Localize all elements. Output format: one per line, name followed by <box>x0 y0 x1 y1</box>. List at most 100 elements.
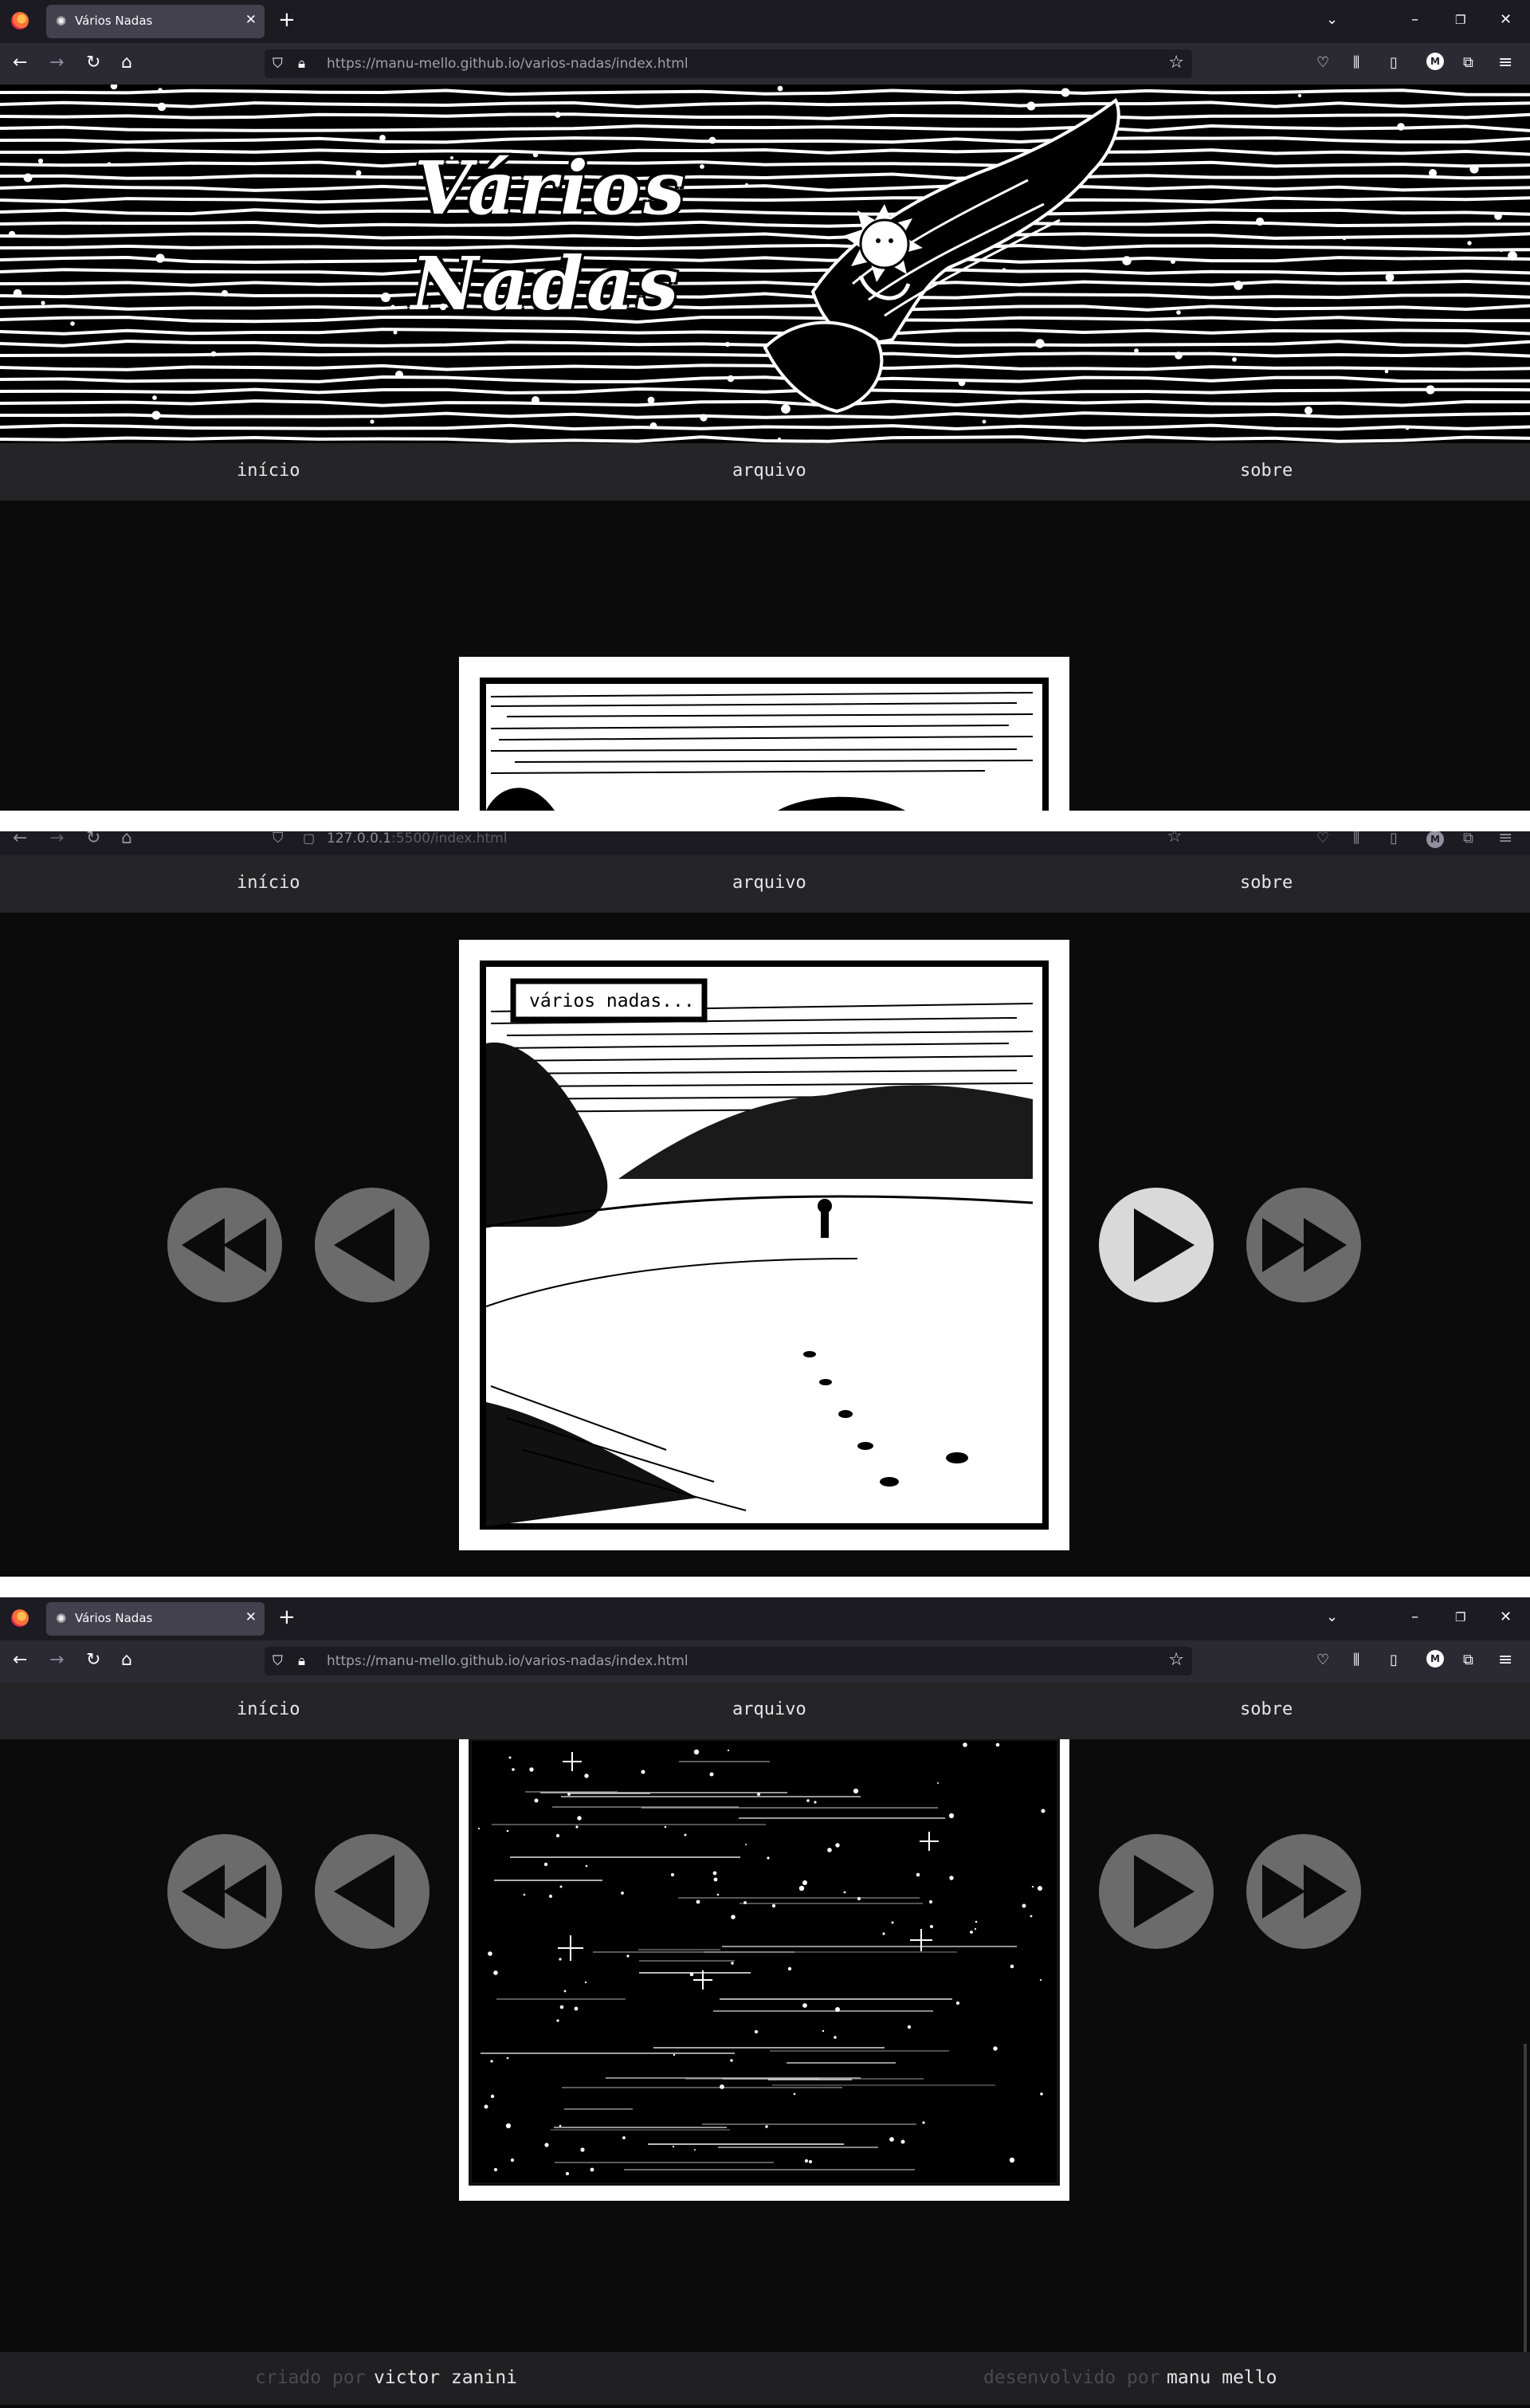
forward-icon[interactable]: → <box>49 831 64 849</box>
extensions-icon[interactable]: ⧉ <box>1463 1650 1473 1671</box>
previous-icon <box>334 1855 394 1928</box>
bookmark-star-icon[interactable]: ☆ <box>1168 53 1184 73</box>
nav-link-archive[interactable]: arquivo <box>732 873 806 893</box>
shield-icon[interactable]: ⛉ <box>273 54 283 73</box>
lock-icon[interactable]: 🔒︎ <box>298 1652 305 1671</box>
account-avatar[interactable]: M <box>1426 1650 1444 1668</box>
back-icon[interactable]: ← <box>13 1650 27 1671</box>
back-icon[interactable]: ← <box>13 831 27 849</box>
scrollbar-thumb[interactable] <box>1524 2044 1527 2355</box>
menu-icon[interactable]: ≡ <box>1498 53 1512 73</box>
extensions-icon[interactable]: ⧉ <box>1463 831 1473 849</box>
tab-bar: ✺ Vários Nadas ✕ + ⌄ – ❐ ✕ <box>0 1597 1530 1640</box>
home-icon[interactable]: ⌂ <box>121 1650 132 1671</box>
navigation-toolbar: ← → ↻ ⌂ ⛉ 🔒︎ https://manu-mello.github.i… <box>0 43 1530 84</box>
close-tab-icon[interactable]: ✕ <box>245 12 257 28</box>
pocket-icon[interactable]: ♡ <box>1316 1650 1329 1671</box>
rewind-icon <box>182 1218 266 1272</box>
previous-page-button[interactable] <box>315 1188 430 1302</box>
sidebar-icon[interactable]: ▯ <box>1390 53 1398 73</box>
browser-tab[interactable]: ✺ Vários Nadas ✕ <box>46 1602 265 1636</box>
shield-icon[interactable]: ⛉ <box>273 1652 283 1671</box>
menu-icon[interactable]: ≡ <box>1498 1650 1512 1671</box>
nav-link-about[interactable]: sobre <box>1240 873 1293 893</box>
nav-link-home[interactable]: início <box>237 1699 300 1719</box>
window-close-icon[interactable]: ✕ <box>1500 1607 1512 1628</box>
tab-title: Vários Nadas <box>75 1611 153 1625</box>
account-avatar[interactable]: M <box>1426 831 1444 848</box>
fast-forward-icon <box>1262 1218 1347 1272</box>
banner-title-line1: Vários <box>414 145 688 231</box>
sidebar-icon[interactable]: ▯ <box>1390 831 1398 849</box>
library-icon[interactable]: ⫼ <box>1353 53 1359 73</box>
home-icon[interactable]: ⌂ <box>121 53 132 73</box>
tab-list-chevron-icon[interactable]: ⌄ <box>1326 1607 1338 1628</box>
new-tab-icon[interactable]: + <box>278 8 296 32</box>
nav-link-archive[interactable]: arquivo <box>732 461 806 481</box>
next-page-button[interactable] <box>1099 1188 1214 1302</box>
comic-image-partial <box>480 678 1049 811</box>
url-text: 127.0.0.1:5500/index.html <box>327 831 508 847</box>
menu-icon[interactable]: ≡ <box>1498 831 1512 849</box>
nav-link-about[interactable]: sobre <box>1240 1699 1293 1719</box>
screenshot-top: ✺ Vários Nadas ✕ + ⌄ – ❐ ✕ ← → ↻ ⌂ ⛉ 🔒︎ … <box>0 0 1530 811</box>
close-tab-icon[interactable]: ✕ <box>245 1609 257 1625</box>
tab-list-chevron-icon[interactable]: ⌄ <box>1326 10 1338 30</box>
comic-caption: vários nadas... <box>529 991 695 1012</box>
last-page-button[interactable] <box>1246 1834 1361 1949</box>
screenshot-bottom: ✺ Vários Nadas ✕ + ⌄ – ❐ ✕ ← → ↻ ⌂ ⛉ 🔒︎ … <box>0 1597 1530 2408</box>
reload-icon[interactable]: ↻ <box>86 831 100 849</box>
forward-icon[interactable]: → <box>49 53 64 73</box>
first-page-button[interactable] <box>167 1834 282 1949</box>
favicon-icon: ✺ <box>56 1611 67 1626</box>
bookmark-star-icon[interactable]: ☆ <box>1168 1650 1184 1670</box>
address-bar[interactable]: ⛉ 🔒︎ https://manu-mello.github.io/varios… <box>265 1647 1192 1675</box>
extensions-icon[interactable]: ⧉ <box>1463 53 1473 73</box>
previous-page-button[interactable] <box>315 1834 430 1949</box>
minimize-icon[interactable]: – <box>1411 1607 1418 1628</box>
url-text: https://manu-mello.github.io/varios-nada… <box>327 1653 688 1669</box>
lock-icon[interactable]: 🔒︎ <box>298 54 305 73</box>
library-icon[interactable]: ⫼ <box>1353 831 1359 849</box>
next-page-button[interactable] <box>1099 1834 1214 1949</box>
banner-title: Vários Nadas <box>411 140 688 332</box>
nav-link-home[interactable]: início <box>237 873 300 893</box>
address-bar[interactable]: ⛉ 🔒︎ https://manu-mello.github.io/varios… <box>265 49 1192 78</box>
account-avatar[interactable]: M <box>1426 53 1444 70</box>
footer-dev-name[interactable]: manu mello <box>1167 2367 1277 2388</box>
site-nav: início arquivo sobre <box>0 855 1530 913</box>
window-close-icon[interactable]: ✕ <box>1500 10 1512 30</box>
firefox-icon[interactable] <box>11 12 29 29</box>
restore-icon[interactable]: ❐ <box>1455 1607 1465 1628</box>
last-page-button[interactable] <box>1246 1188 1361 1302</box>
browser-tab[interactable]: ✺ Vários Nadas ✕ <box>46 5 265 38</box>
sidebar-icon[interactable]: ▯ <box>1390 1650 1398 1671</box>
back-icon[interactable]: ← <box>13 53 27 73</box>
screenshot-middle: ← → ↻ ⌂ ⛉ ▢ 127.0.0.1:5500/index.html ☆ … <box>0 831 1530 1577</box>
restore-icon[interactable]: ❐ <box>1455 10 1465 30</box>
firefox-icon[interactable] <box>11 1609 29 1627</box>
page-icon[interactable]: ▢ <box>303 831 315 849</box>
home-icon[interactable]: ⌂ <box>121 831 132 849</box>
first-page-button[interactable] <box>167 1188 282 1302</box>
new-tab-icon[interactable]: + <box>278 1605 296 1629</box>
shield-icon[interactable]: ⛉ <box>273 831 284 849</box>
library-icon[interactable]: ⫼ <box>1353 1650 1359 1671</box>
site-footer: criado por victor zanini desenvolvido po… <box>0 2352 1530 2405</box>
minimize-icon[interactable]: – <box>1411 10 1418 30</box>
bookmark-star-icon[interactable]: ☆ <box>1167 831 1183 847</box>
pocket-icon[interactable]: ♡ <box>1316 831 1329 849</box>
reload-icon[interactable]: ↻ <box>86 53 100 73</box>
nav-link-archive[interactable]: arquivo <box>732 1699 806 1719</box>
tab-bar: ✺ Vários Nadas ✕ + ⌄ – ❐ ✕ <box>0 0 1530 43</box>
pocket-icon[interactable]: ♡ <box>1316 53 1329 73</box>
previous-icon <box>334 1208 394 1282</box>
favicon-icon: ✺ <box>56 14 67 29</box>
forward-icon[interactable]: → <box>49 1650 64 1671</box>
nav-link-home[interactable]: início <box>237 461 300 481</box>
url-text: https://manu-mello.github.io/varios-nada… <box>327 56 688 72</box>
reload-icon[interactable]: ↻ <box>86 1650 100 1671</box>
footer-created-name[interactable]: victor zanini <box>374 2367 517 2388</box>
fast-forward-icon <box>1262 1864 1347 1919</box>
nav-link-about[interactable]: sobre <box>1240 461 1293 481</box>
